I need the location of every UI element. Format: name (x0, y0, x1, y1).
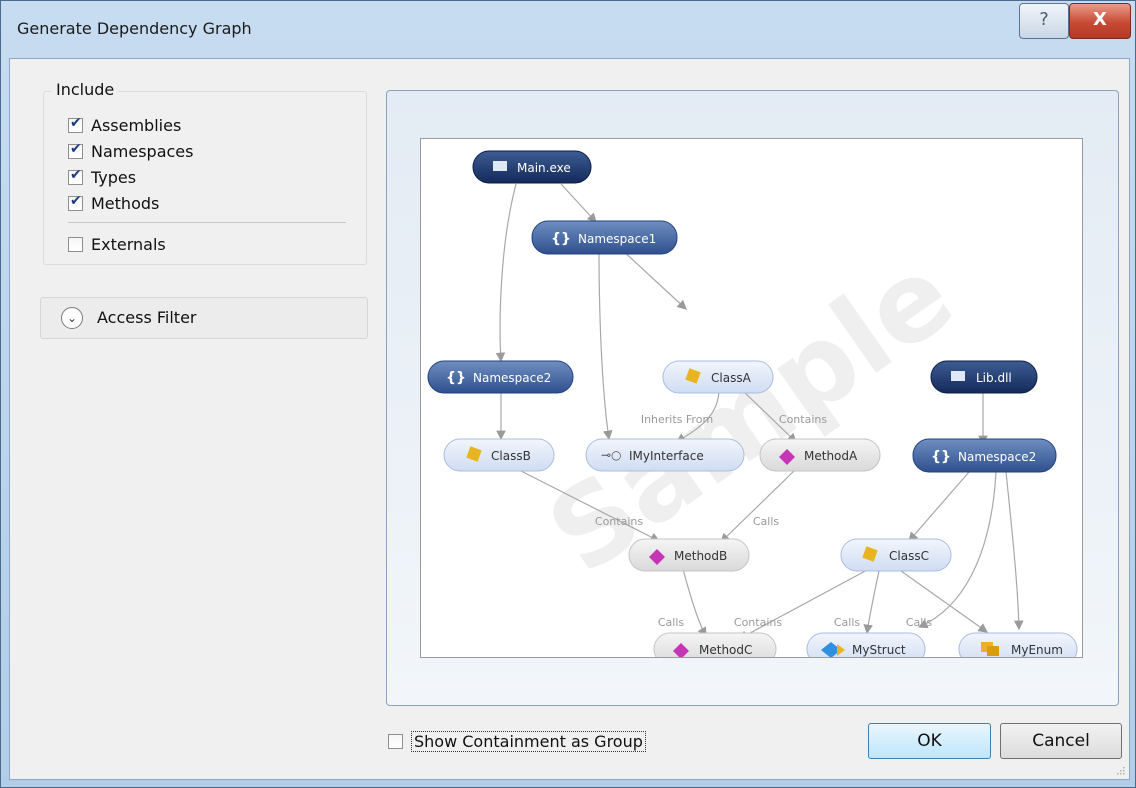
checkbox-label: Namespaces (91, 141, 194, 161)
help-button[interactable]: ? (1019, 3, 1069, 39)
graph-node-imyinterface[interactable]: ⊸○ IMyInterface (585, 438, 745, 472)
checkbox-label: Externals (91, 234, 166, 254)
svg-text:MethodA: MethodA (804, 449, 858, 463)
graph-node-namespace2[interactable]: {} Namespace2 (427, 360, 574, 394)
checkbox-label: Methods (91, 193, 160, 213)
types-checkbox[interactable]: Types (68, 166, 136, 188)
title-bar[interactable]: Generate Dependency Graph ? X (1, 1, 1135, 59)
svg-text:MethodB: MethodB (674, 549, 727, 563)
edge-label-calls: Calls (834, 616, 861, 629)
assemblies-checkbox[interactable]: Assemblies (68, 114, 181, 136)
checkbox-label: Show Containment as Group (411, 730, 646, 752)
graph-node-methodb[interactable]: MethodB (628, 538, 750, 572)
window-title: Generate Dependency Graph (17, 19, 252, 38)
dialog-body: Include Assemblies Namespaces Types Meth… (9, 58, 1130, 780)
svg-text:IMyInterface: IMyInterface (629, 449, 704, 463)
externals-checkbox[interactable]: Externals (68, 233, 166, 255)
methods-checkbox[interactable]: Methods (68, 192, 159, 214)
graph-canvas: Sample Inherits From Contains Contains C… (420, 138, 1083, 658)
edge-label-calls: Calls (753, 515, 780, 528)
svg-text:Namespace1: Namespace1 (578, 232, 656, 246)
include-divider (68, 222, 346, 223)
svg-text:ClassB: ClassB (491, 449, 531, 463)
resize-grip-icon[interactable] (1115, 765, 1125, 775)
edge-label-inherits: Inherits From (641, 413, 713, 426)
dialog-window: Generate Dependency Graph ? X Include As… (0, 0, 1136, 788)
checkbox-box[interactable] (388, 733, 403, 749)
svg-text:Namespace2: Namespace2 (473, 371, 551, 385)
cancel-button[interactable]: Cancel (1000, 723, 1122, 759)
chevron-down-icon[interactable]: ⌄ (61, 307, 83, 329)
checkbox-box[interactable] (68, 167, 83, 185)
graph-node-main-exe[interactable]: Main.exe (472, 150, 592, 184)
graph-node-classc[interactable]: ClassC (840, 538, 952, 572)
edge-label-contains: Contains (595, 515, 643, 528)
assembly-icon (493, 161, 507, 171)
checkbox-label: Types (91, 167, 137, 187)
svg-text:Main.exe: Main.exe (517, 161, 571, 175)
braces-icon: {} (931, 449, 951, 465)
graph-node-myenum[interactable]: MyEnum (958, 632, 1078, 657)
svg-text:MyStruct: MyStruct (852, 643, 906, 657)
edge-label-contains: Contains (779, 413, 827, 426)
graph-node-lib-dll[interactable]: Lib.dll (930, 360, 1038, 394)
edge-label-calls: Calls (906, 616, 933, 629)
include-legend: Include (52, 80, 119, 99)
graph-node-classb[interactable]: ClassB (443, 438, 555, 472)
close-icon: X (1093, 9, 1107, 30)
checkbox-box[interactable] (68, 141, 83, 159)
show-containment-checkbox[interactable]: Show Containment as Group (388, 729, 646, 753)
assembly-icon (951, 371, 965, 381)
graph-node-classa[interactable]: ClassA (662, 360, 774, 394)
close-button[interactable]: X (1069, 3, 1131, 39)
namespaces-checkbox[interactable]: Namespaces (68, 140, 193, 162)
checkbox-label: Assemblies (91, 115, 182, 135)
edge-label-contains: Contains (734, 616, 782, 629)
graph-node-namespace1[interactable]: {} Namespace1 (531, 220, 678, 255)
access-filter-expander[interactable]: ⌄ Access Filter (40, 297, 368, 339)
checkbox-box[interactable] (68, 115, 83, 133)
dependency-graph: Sample Inherits From Contains Contains C… (427, 150, 1078, 657)
graph-node-methoda[interactable]: MethodA (759, 438, 881, 472)
braces-icon: {} (551, 231, 571, 247)
graph-node-mystruct[interactable]: MyStruct (806, 632, 926, 657)
graph-preview-panel: Sample Inherits From Contains Contains C… (386, 90, 1119, 706)
ok-button[interactable]: OK (868, 723, 991, 759)
edge-label-calls: Calls (658, 616, 685, 629)
svg-text:Lib.dll: Lib.dll (976, 371, 1012, 385)
graph-node-methodc[interactable]: MethodC (653, 632, 777, 657)
svg-text:MethodC: MethodC (699, 643, 752, 657)
access-filter-label: Access Filter (97, 308, 197, 327)
braces-icon: {} (446, 370, 466, 386)
svg-text:MyEnum: MyEnum (1011, 643, 1063, 657)
graph-node-namespace2-right[interactable]: {} Namespace2 (912, 438, 1057, 473)
help-icon: ? (1039, 9, 1049, 30)
include-group: Include Assemblies Namespaces Types Meth… (43, 80, 367, 265)
svg-text:Namespace2: Namespace2 (958, 450, 1036, 464)
checkbox-box[interactable] (68, 236, 83, 252)
svg-text:ClassA: ClassA (711, 371, 752, 385)
interface-icon: ⊸○ (601, 448, 622, 462)
svg-text:ClassC: ClassC (889, 549, 929, 563)
checkbox-box[interactable] (68, 193, 83, 211)
